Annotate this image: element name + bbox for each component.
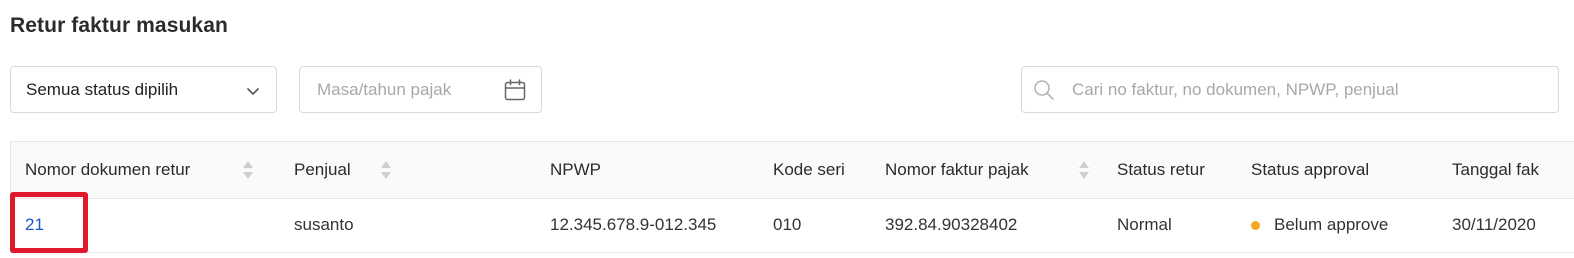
column-header-status-retur: Status retur <box>1117 160 1205 179</box>
sort-icon[interactable] <box>242 159 254 181</box>
column-header-penjual[interactable]: Penjual <box>294 142 351 198</box>
cell-npwp: 12.345.678.9-012.345 <box>550 215 717 234</box>
status-filter-select[interactable]: Semua status dipilih <box>10 66 277 113</box>
column-header-npwp: NPWP <box>550 160 601 179</box>
cell-kode-seri: 010 <box>773 215 802 234</box>
status-dot-icon <box>1251 220 1260 230</box>
cell-tanggal-faktur: 30/11/2020 <box>1452 215 1536 234</box>
column-header-tanggal-faktur: Tanggal fak <box>1452 160 1539 179</box>
period-input[interactable] <box>315 67 505 112</box>
column-header-nomor-faktur-pajak[interactable]: Nomor faktur pajak <box>885 142 1029 198</box>
status-filter-value: Semua status dipilih <box>26 79 179 99</box>
cell-nomor-faktur-pajak: 392.84.90328402 <box>885 215 1018 234</box>
sort-icon[interactable] <box>380 159 392 181</box>
cell-nomor-dokumen-retur[interactable]: 21 <box>25 198 44 252</box>
sort-icon[interactable] <box>1078 159 1090 181</box>
cell-status-approval: Belum approve <box>1251 198 1388 252</box>
search-box[interactable] <box>1021 66 1559 113</box>
search-input[interactable] <box>1070 67 1550 112</box>
chevron-down-icon <box>246 83 260 97</box>
table-header: Nomor dokumen retur Penjual NPWP Kode se… <box>11 142 1574 199</box>
table-row[interactable]: 21 susanto 12.345.678.9-012.345 010 392.… <box>11 198 1574 252</box>
retur-table: Nomor dokumen retur Penjual NPWP Kode se… <box>10 141 1574 253</box>
period-picker[interactable] <box>299 66 542 113</box>
column-header-status-approval: Status approval <box>1251 160 1370 179</box>
status-approval-label: Belum approve <box>1274 215 1389 234</box>
column-header-nomor-dokumen-retur[interactable]: Nomor dokumen retur <box>25 142 190 198</box>
cell-status-retur: Normal <box>1117 215 1172 234</box>
cell-penjual: susanto <box>294 215 354 234</box>
calendar-icon[interactable] <box>503 78 527 102</box>
page-title: Retur faktur masukan <box>10 14 228 37</box>
column-header-kode-seri: Kode seri <box>773 160 845 179</box>
document-link[interactable]: 21 <box>25 215 44 235</box>
search-icon <box>1033 79 1055 101</box>
